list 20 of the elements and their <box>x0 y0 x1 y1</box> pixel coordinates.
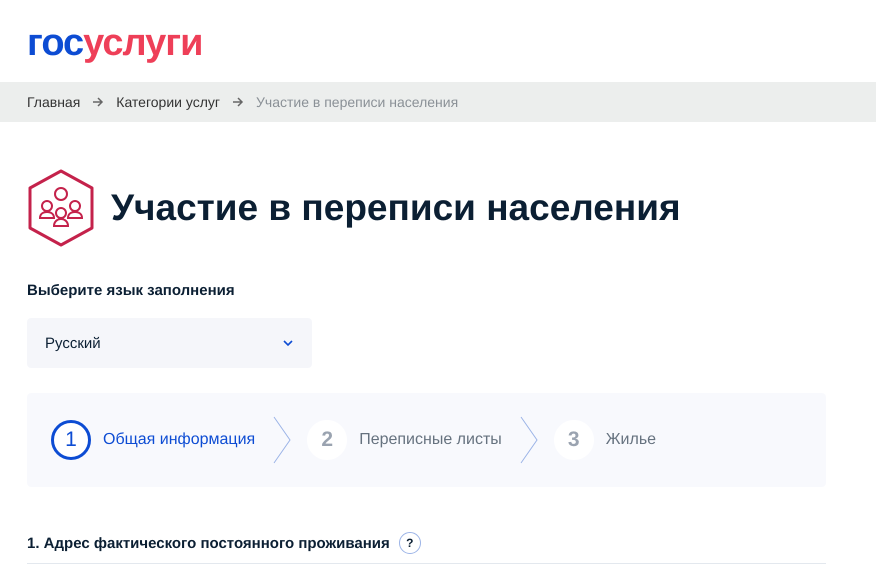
step-label[interactable]: Жилье <box>606 431 656 449</box>
step-number: 3 <box>554 420 594 460</box>
chevron-divider-icon <box>520 416 538 464</box>
language-dropdown[interactable]: Русский <box>27 318 312 368</box>
breadcrumb-current: Участие в переписи населения <box>256 94 458 110</box>
question-title: 1. Адрес фактического постоянного проживания <box>27 534 390 552</box>
step-number: 1 <box>51 420 91 460</box>
breadcrumb-link[interactable]: Главная <box>27 94 80 110</box>
arrow-icon <box>92 97 104 107</box>
arrow-icon <box>232 97 244 107</box>
field-label: Выберите язык заполнения <box>27 282 236 299</box>
logo[interactable]: госуслуги <box>27 22 202 64</box>
chevron-icon <box>282 339 294 347</box>
breadcrumb-link[interactable]: Категории услуг <box>116 94 220 110</box>
step-label[interactable]: Общая информация <box>103 431 256 449</box>
help-button[interactable]: ? <box>398 532 421 554</box>
page-title: Участие в переписи населения <box>111 187 681 229</box>
chevron-divider-icon <box>273 416 292 464</box>
step-label[interactable]: Переписные листы <box>359 431 502 449</box>
step-number: 2 <box>307 420 348 460</box>
